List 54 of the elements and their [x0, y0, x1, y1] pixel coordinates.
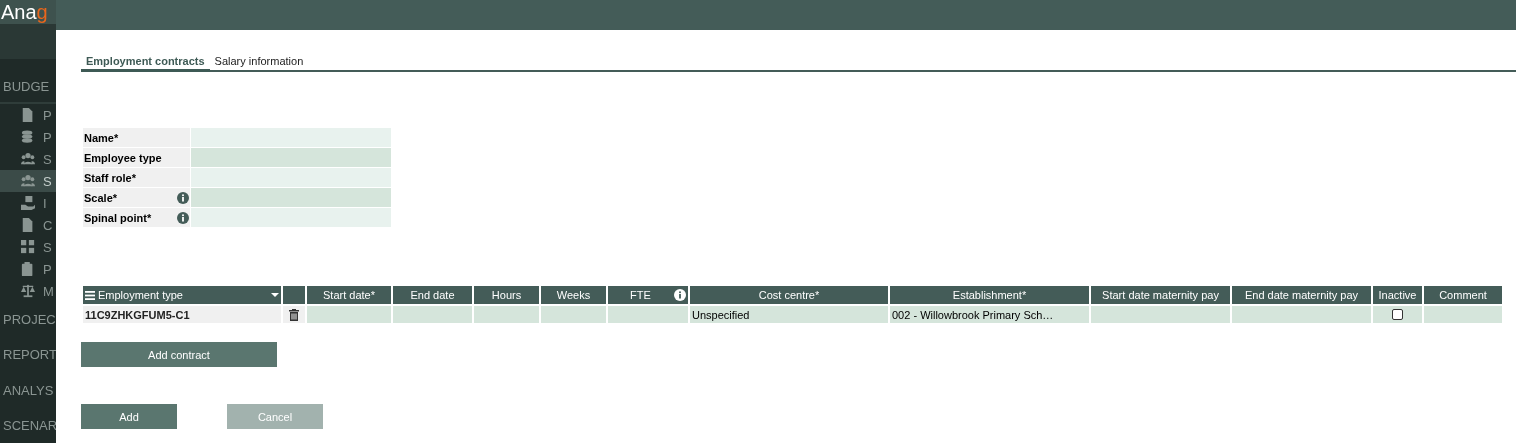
- column-header: Hours: [473, 286, 540, 305]
- file-icon: [21, 108, 35, 122]
- file-icon: [21, 218, 35, 233]
- input-field[interactable]: [191, 208, 391, 228]
- trash-icon[interactable]: [289, 308, 299, 321]
- column-header: Cost centre*: [689, 286, 889, 305]
- nav-item[interactable]: I: [0, 192, 56, 215]
- column-header: End date maternity pay: [1231, 286, 1372, 305]
- column-header: Start date*: [306, 286, 392, 305]
- nav-item[interactable]: P: [0, 258, 56, 281]
- field-label: Spinal point*: [84, 211, 153, 224]
- users-icon: [21, 152, 35, 167]
- nav-item[interactable]: S: [0, 236, 56, 259]
- field-label: Staff role*: [84, 171, 137, 184]
- sidebar-header: [0, 24, 56, 59]
- menu-icon: [85, 290, 95, 300]
- column-header: FTE: [607, 286, 689, 305]
- nav-item[interactable]: P: [0, 126, 56, 149]
- nav-section[interactable]: SCENAR: [0, 407, 56, 443]
- column-header: Start date maternity pay: [1090, 286, 1231, 305]
- clipboard-icon: [21, 262, 35, 277]
- nav-section[interactable]: REPORT: [0, 337, 56, 373]
- nav-item[interactable]: S: [0, 170, 56, 193]
- tab[interactable]: Salary information: [209, 52, 309, 72]
- field-label: Name*: [84, 131, 120, 144]
- grid-icon: [21, 240, 35, 255]
- column-header: Inactive: [1372, 286, 1423, 305]
- add-contract-button[interactable]: Add contract: [81, 342, 277, 367]
- column-header: End date: [392, 286, 473, 305]
- nav-item[interactable]: S: [0, 148, 56, 171]
- column-header[interactable]: Employment type: [83, 286, 282, 305]
- field-label: Employee type: [84, 151, 163, 164]
- nav-item[interactable]: C: [0, 214, 56, 237]
- logo: Anag: [0, 0, 56, 25]
- column-header: Comment: [1423, 286, 1503, 305]
- coins-icon: [21, 130, 35, 144]
- nav-section[interactable]: PROJEC: [0, 302, 56, 338]
- checkbox[interactable]: [1392, 309, 1403, 320]
- nav-item[interactable]: P: [0, 104, 56, 126]
- input-field[interactable]: [191, 148, 391, 168]
- input-field[interactable]: [191, 128, 391, 148]
- input-field[interactable]: [191, 168, 391, 188]
- tab[interactable]: Employment contracts: [81, 52, 210, 72]
- field-label: Scale*: [84, 191, 119, 204]
- column-header: Establishment*: [889, 286, 1090, 305]
- action-button[interactable]: Add: [81, 404, 177, 429]
- column-header: Weeks: [540, 286, 607, 305]
- nav-section[interactable]: ANALYS: [0, 372, 56, 408]
- input-field[interactable]: [191, 188, 391, 208]
- caret-icon: [271, 293, 279, 297]
- users-icon: [21, 174, 35, 189]
- nav-item[interactable]: M: [0, 280, 56, 303]
- hand-box-icon: [21, 196, 35, 211]
- scale-icon: [21, 284, 35, 299]
